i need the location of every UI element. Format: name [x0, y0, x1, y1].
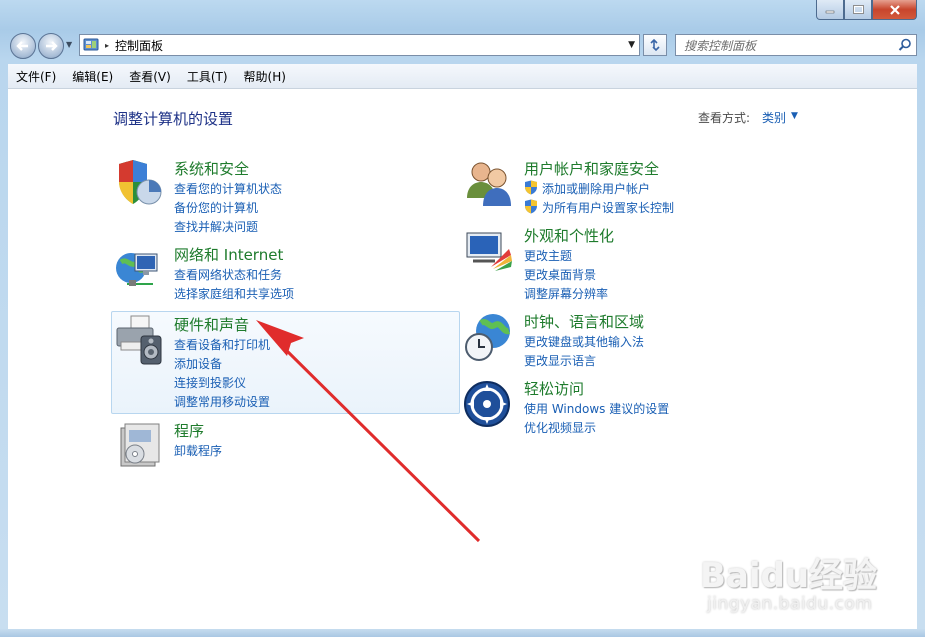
address-dropdown-icon[interactable]: ▼: [628, 40, 635, 50]
link-connect-projector[interactable]: 连接到投影仪: [174, 374, 246, 391]
link-desktop-background[interactable]: 更改桌面背景: [524, 266, 596, 283]
link-backup[interactable]: 备份您的计算机: [174, 199, 258, 216]
address-bar-row: ▼ ▸ 控制面板 ▼: [0, 30, 925, 62]
window-controls: [816, 0, 917, 20]
breadcrumb-separator[interactable]: ▸: [105, 41, 109, 50]
shield-pie-icon: [119, 160, 162, 205]
category-title-clock[interactable]: 时钟、语言和区域: [524, 311, 644, 332]
menu-help[interactable]: 帮助(H): [236, 68, 294, 85]
link-mobility-settings[interactable]: 调整常用移动设置: [174, 393, 270, 410]
forward-arrow-icon: [46, 41, 58, 51]
category-ease-of-access: 轻松访问 使用 Windows 建议的设置 优化视频显示: [463, 378, 783, 438]
category-title-access[interactable]: 轻松访问: [524, 378, 584, 399]
category-title-network[interactable]: 网络和 Internet: [174, 244, 283, 265]
category-title-programs[interactable]: 程序: [174, 420, 204, 441]
link-screen-resolution[interactable]: 调整屏幕分辨率: [524, 285, 608, 302]
back-arrow-icon: [16, 41, 28, 51]
ease-of-access-icon: [464, 381, 510, 427]
category-clock-language-region: 时钟、语言和区域 更改键盘或其他输入法 更改显示语言: [463, 311, 783, 371]
link-homegroup[interactable]: 选择家庭组和共享选项: [174, 285, 294, 302]
category-appearance: 外观和个性化 更改主题 更改桌面背景 调整屏幕分辨率: [463, 225, 783, 305]
recent-pages-dropdown[interactable]: ▼: [66, 40, 72, 49]
breadcrumb-control-panel[interactable]: 控制面板: [115, 37, 163, 54]
view-by-chevron-icon[interactable]: ▼: [791, 111, 798, 121]
clock-globe-icon: [465, 314, 510, 361]
window-bottom-border: [0, 629, 925, 637]
link-parental-controls[interactable]: 为所有用户设置家长控制: [542, 199, 674, 216]
back-button[interactable]: [10, 33, 36, 59]
programs-box-icon: [120, 423, 160, 467]
search-icon[interactable]: [898, 38, 912, 52]
link-add-remove-accounts[interactable]: 添加或删除用户帐户: [542, 180, 650, 197]
search-box[interactable]: [675, 34, 917, 56]
link-optimize-display[interactable]: 优化视频显示: [524, 419, 596, 436]
window-frame: ▼ ▸ 控制面板 ▼ 文件(F) 编辑(E) 查看(V) 工具(T) 帮助(H): [0, 0, 925, 637]
minimize-button[interactable]: [816, 0, 844, 20]
control-panel-icon: [83, 38, 99, 51]
category-title-appearance[interactable]: 外观和个性化: [524, 225, 614, 246]
minimize-icon: [825, 10, 835, 13]
link-change-theme[interactable]: 更改主题: [524, 247, 572, 264]
link-change-keyboard[interactable]: 更改键盘或其他输入法: [524, 333, 644, 350]
link-check-status[interactable]: 查看您的计算机状态: [174, 180, 282, 197]
menu-edit[interactable]: 编辑(E): [64, 68, 121, 85]
users-icon: [467, 162, 511, 206]
search-input[interactable]: [682, 37, 886, 55]
category-title-hardware[interactable]: 硬件和声音: [174, 314, 249, 335]
category-programs: 程序 卸载程序: [113, 420, 433, 470]
appearance-monitor-icon: [466, 232, 512, 271]
page-title: 调整计算机的设置: [113, 110, 234, 128]
view-by-dropdown[interactable]: 类别: [762, 109, 786, 126]
link-troubleshoot[interactable]: 查找并解决问题: [174, 218, 258, 235]
refresh-icon: [650, 38, 660, 52]
link-display-language[interactable]: 更改显示语言: [524, 352, 596, 369]
network-globe-icon: [116, 253, 158, 286]
category-title-system[interactable]: 系统和安全: [174, 158, 249, 179]
menu-bar: 文件(F) 编辑(E) 查看(V) 工具(T) 帮助(H): [8, 64, 917, 89]
maximize-button[interactable]: [844, 0, 872, 20]
address-field[interactable]: ▸ 控制面板 ▼: [79, 34, 640, 56]
maximize-icon: [852, 5, 864, 14]
menu-file[interactable]: 文件(F): [8, 68, 64, 85]
link-recommended-settings[interactable]: 使用 Windows 建议的设置: [524, 400, 669, 417]
category-system-security: 系统和安全 查看您的计算机状态 备份您的计算机 查找并解决问题: [113, 158, 433, 238]
category-network-internet: 网络和 Internet 查看网络状态和任务 选择家庭组和共享选项: [113, 244, 433, 304]
uac-shield-icon: [525, 180, 537, 195]
close-icon: [889, 4, 900, 15]
category-title-users[interactable]: 用户帐户和家庭安全: [524, 158, 659, 179]
view-by-label: 查看方式:: [698, 111, 751, 125]
printer-speaker-icon: [116, 315, 162, 365]
menu-tools[interactable]: 工具(T): [179, 68, 236, 85]
forward-button[interactable]: [38, 33, 64, 59]
watermark-logo: Baidu经验: [700, 556, 878, 596]
watermark-url: jingyan.baidu.com: [707, 594, 873, 614]
link-uninstall[interactable]: 卸载程序: [174, 442, 222, 459]
uac-shield-icon: [525, 199, 537, 214]
category-user-accounts: 用户帐户和家庭安全 添加或删除用户帐户 为所有用户设置家长控制: [463, 158, 783, 218]
category-hardware-sound: 硬件和声音 查看设备和打印机 添加设备 连接到投影仪 调整常用移动设置: [113, 314, 433, 414]
menu-view[interactable]: 查看(V): [121, 68, 179, 85]
link-network-status[interactable]: 查看网络状态和任务: [174, 266, 282, 283]
close-button[interactable]: [872, 0, 917, 20]
link-add-device[interactable]: 添加设备: [174, 355, 222, 372]
link-devices-printers[interactable]: 查看设备和打印机: [174, 336, 270, 353]
refresh-button[interactable]: [643, 34, 667, 56]
